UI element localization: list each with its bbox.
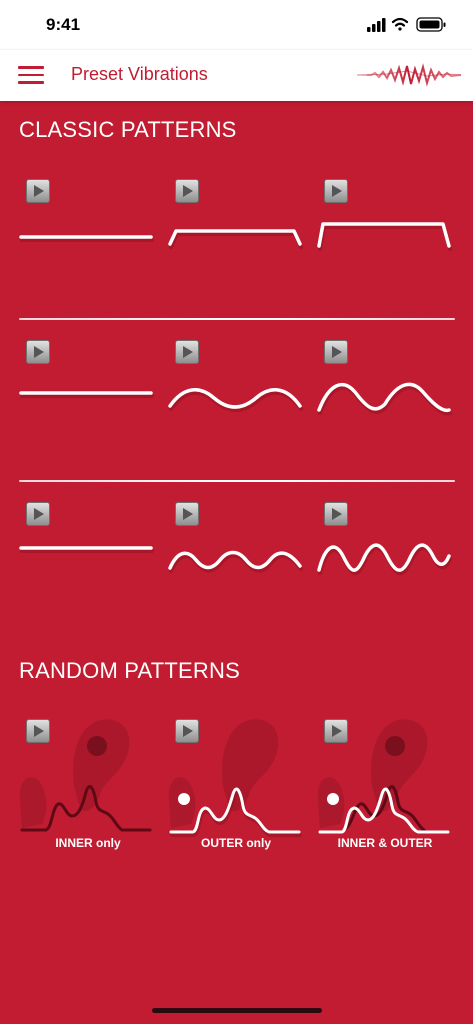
home-indicator[interactable]	[152, 1008, 322, 1013]
pattern-random-outer-only[interactable]	[165, 716, 305, 840]
pattern-trapezoid-low[interactable]	[166, 222, 304, 254]
play-button-classic-3-2[interactable]	[175, 502, 199, 526]
app-header: Preset Vibrations	[0, 50, 473, 101]
waveform-logo-icon	[357, 63, 461, 87]
pattern-wave-high[interactable]	[315, 374, 453, 418]
inner-dot-icon	[87, 736, 107, 756]
pattern-wave-fast-high[interactable]	[315, 536, 453, 580]
status-time: 9:41	[46, 15, 81, 34]
pattern-trapezoid-high[interactable]	[315, 218, 453, 254]
status-icons	[367, 17, 446, 32]
play-button-classic-3-1[interactable]	[26, 502, 50, 526]
outer-dot-icon	[327, 793, 339, 805]
play-button-classic-1-1[interactable]	[26, 179, 50, 203]
play-icon	[34, 185, 44, 197]
battery-icon	[416, 17, 446, 32]
status-bar: 9:41	[0, 0, 473, 50]
pattern-flat-2[interactable]	[18, 378, 156, 410]
play-icon	[34, 508, 44, 520]
pattern-flat-3[interactable]	[18, 533, 156, 565]
outer-dot-icon	[178, 793, 190, 805]
play-icon	[34, 346, 44, 358]
pattern-wave-fast-low[interactable]	[166, 540, 304, 580]
play-button-classic-1-3[interactable]	[324, 179, 348, 203]
classic-patterns-heading: CLASSIC PATTERNS	[19, 117, 237, 142]
random-pattern-label: INNER only	[55, 836, 121, 850]
play-icon	[332, 346, 342, 358]
play-button-classic-2-2[interactable]	[175, 340, 199, 364]
play-button-classic-2-1[interactable]	[26, 340, 50, 364]
pattern-random-inner-outer[interactable]	[314, 716, 454, 840]
play-button-classic-2-3[interactable]	[324, 340, 348, 364]
divider	[19, 318, 455, 320]
pattern-flat-1[interactable]	[18, 222, 156, 254]
play-icon	[332, 185, 342, 197]
play-icon	[183, 346, 193, 358]
play-button-classic-1-2[interactable]	[175, 179, 199, 203]
pattern-wave-low[interactable]	[166, 378, 304, 418]
inner-dot-icon	[385, 736, 405, 756]
page-title: Preset Vibrations	[71, 64, 208, 84]
wifi-icon	[391, 17, 409, 31]
pattern-random-inner-only[interactable]	[16, 716, 156, 840]
hamburger-menu-icon[interactable]	[18, 66, 44, 86]
divider	[19, 480, 455, 482]
play-icon	[183, 185, 193, 197]
play-icon	[183, 508, 193, 520]
play-button-classic-3-3[interactable]	[324, 502, 348, 526]
play-icon	[332, 508, 342, 520]
silhouette-shape	[19, 777, 47, 828]
random-pattern-label: OUTER only	[200, 836, 271, 850]
silhouette-shape	[73, 719, 130, 812]
random-patterns-heading: RANDOM PATTERNS	[19, 658, 240, 683]
random-pattern-label: INNER & OUTER	[337, 836, 433, 850]
signal-icon	[367, 18, 386, 32]
